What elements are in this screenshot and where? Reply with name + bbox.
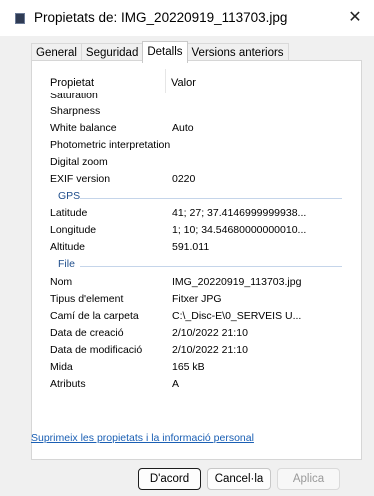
property-value: Fitxer JPG bbox=[172, 293, 222, 305]
group-divider bbox=[80, 266, 342, 267]
group-header-file[interactable]: File bbox=[40, 257, 346, 274]
list-row[interactable]: Mida 165 kB bbox=[40, 360, 346, 377]
tab-details[interactable]: Detalls bbox=[142, 41, 188, 63]
property-name: Digital zoom bbox=[50, 156, 108, 168]
close-button[interactable]: ✕ bbox=[336, 0, 374, 34]
property-name: Mida bbox=[50, 361, 73, 373]
title-bar: Propietats de: IMG_20220919_113703.jpg ✕ bbox=[0, 0, 374, 36]
apply-button[interactable]: Aplica bbox=[277, 468, 340, 490]
property-name: Atributs bbox=[50, 378, 86, 390]
group-header-gps[interactable]: GPS bbox=[40, 189, 346, 206]
column-divider[interactable] bbox=[165, 69, 166, 93]
property-value: IMG_20220919_113703.jpg bbox=[172, 276, 302, 288]
cancel-button[interactable]: Cancel·la bbox=[207, 468, 271, 490]
property-value: 165 kB bbox=[172, 361, 205, 373]
list-row[interactable]: Photometric interpretation bbox=[40, 138, 346, 155]
group-label: File bbox=[58, 258, 75, 270]
list-row[interactable]: EXIF version 0220 bbox=[40, 172, 346, 189]
property-name: Data de modificació bbox=[50, 344, 143, 356]
group-divider bbox=[80, 198, 342, 199]
list-row[interactable]: Camí de la carpeta C:\_Disc-E\0_SERVEIS … bbox=[40, 309, 346, 326]
list-row[interactable]: Sharpness bbox=[40, 104, 346, 121]
property-name: EXIF version bbox=[50, 173, 111, 185]
property-name: Sharpness bbox=[50, 105, 101, 117]
list-row[interactable]: Nom IMG_20220919_113703.jpg bbox=[40, 275, 346, 292]
ok-button[interactable]: D'acord bbox=[138, 468, 201, 490]
column-header-value[interactable]: Valor bbox=[171, 77, 196, 89]
property-value: 2/10/2022 21:10 bbox=[172, 344, 248, 356]
property-value: C:\_Disc-E\0_SERVEIS U... bbox=[172, 310, 302, 322]
property-value: 41; 27; 37.4146999999938... bbox=[172, 207, 307, 219]
list-header: Propietat Valor bbox=[40, 69, 346, 93]
tab-strip: General Seguridad Detalls Versions anter… bbox=[31, 41, 289, 63]
property-value: 1; 10; 34.54680000000010... bbox=[172, 224, 307, 236]
property-name: Latitude bbox=[50, 207, 88, 219]
list-row[interactable]: Data de modificació 2/10/2022 21:10 bbox=[40, 343, 346, 360]
property-value: Auto bbox=[172, 122, 194, 134]
property-value: 591.011 bbox=[172, 241, 210, 253]
list-row[interactable]: Latitude 41; 27; 37.4146999999938... bbox=[40, 206, 346, 223]
column-header-property[interactable]: Propietat bbox=[50, 77, 94, 89]
dialog-body: General Seguridad Detalls Versions anter… bbox=[0, 36, 374, 496]
group-label: GPS bbox=[58, 190, 81, 202]
property-value: 0220 bbox=[172, 173, 196, 185]
properties-list[interactable]: Saturation Sharpness White balance Auto … bbox=[40, 69, 346, 415]
list-row[interactable]: Data de creació 2/10/2022 21:10 bbox=[40, 326, 346, 343]
list-row[interactable]: Tipus d'element Fitxer JPG bbox=[40, 292, 346, 309]
property-name: Altitude bbox=[50, 241, 86, 253]
property-value: A bbox=[172, 378, 180, 390]
property-name: White balance bbox=[50, 122, 117, 134]
list-row[interactable]: White balance Auto bbox=[40, 121, 346, 138]
window-title: Propietats de: IMG_20220919_113703.jpg bbox=[34, 10, 288, 25]
property-name: Photometric interpretation bbox=[50, 139, 171, 151]
image-file-icon bbox=[15, 13, 25, 24]
list-row[interactable]: Atributs A bbox=[40, 377, 346, 394]
property-name: Longitude bbox=[50, 224, 97, 236]
property-name: Nom bbox=[50, 276, 73, 288]
property-name: Tipus d'element bbox=[50, 293, 124, 305]
remove-properties-link[interactable]: Suprimeix les propietats i la informació… bbox=[31, 432, 254, 444]
list-row[interactable]: Altitude 591.011 bbox=[40, 240, 346, 257]
list-row[interactable]: Longitude 1; 10; 34.54680000000010... bbox=[40, 223, 346, 240]
property-name: Data de creació bbox=[50, 327, 124, 339]
details-panel: Saturation Sharpness White balance Auto … bbox=[31, 60, 362, 460]
list-row[interactable]: Digital zoom bbox=[40, 155, 346, 172]
property-value: 2/10/2022 21:10 bbox=[172, 327, 248, 339]
property-name: Camí de la carpeta bbox=[50, 310, 139, 322]
